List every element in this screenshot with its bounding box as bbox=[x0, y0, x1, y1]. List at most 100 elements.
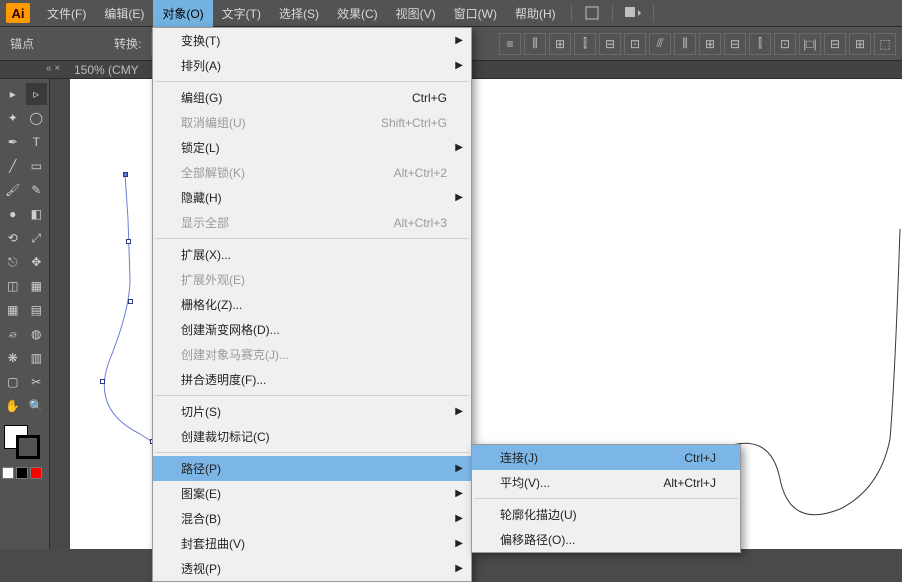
stroke-swatch[interactable] bbox=[16, 435, 40, 459]
type-tool[interactable]: T bbox=[26, 131, 48, 153]
symbol-sprayer-tool[interactable]: ❋ bbox=[2, 347, 24, 369]
perspective-tool[interactable]: ▦ bbox=[26, 275, 48, 297]
blend-tool[interactable]: ◍ bbox=[26, 323, 48, 345]
menu-item[interactable]: 图案(E)▶ bbox=[153, 481, 471, 506]
align-icon[interactable]: ⊞ bbox=[699, 33, 721, 55]
menu-对象[interactable]: 对象(O) bbox=[153, 0, 212, 28]
menu-窗口[interactable]: 窗口(W) bbox=[445, 0, 506, 28]
menu-item[interactable]: 栅格化(Z)... bbox=[153, 292, 471, 317]
menu-item[interactable]: 创建裁切标记(C) bbox=[153, 424, 471, 449]
menu-item-label: 偏移路径(O)... bbox=[500, 531, 575, 548]
menu-item[interactable]: 混合(B)▶ bbox=[153, 506, 471, 531]
color-swatches[interactable] bbox=[2, 425, 47, 473]
anchor-point[interactable] bbox=[123, 172, 128, 177]
menu-item-label: 隐藏(H) bbox=[181, 189, 222, 206]
anchor-point[interactable] bbox=[126, 239, 131, 244]
eyedropper-tool[interactable]: ⌮ bbox=[2, 323, 24, 345]
align-icon[interactable]: ⊟ bbox=[724, 33, 746, 55]
align-icon[interactable]: ⊞ bbox=[549, 33, 571, 55]
align-icon[interactable]: ⊟ bbox=[824, 33, 846, 55]
menu-item[interactable]: 透视(P)▶ bbox=[153, 556, 471, 581]
scale-tool[interactable]: ⤢ bbox=[26, 227, 48, 249]
direct-selection-tool[interactable]: ▹ bbox=[26, 83, 48, 105]
graph-tool[interactable]: ▥ bbox=[26, 347, 48, 369]
menu-效果[interactable]: 效果(C) bbox=[328, 0, 387, 28]
free-transform-tool[interactable]: ✥ bbox=[26, 251, 48, 273]
submenu-item[interactable]: 轮廓化描边(U) bbox=[472, 502, 740, 527]
align-icon[interactable]: ⫿ bbox=[574, 33, 596, 55]
anchor-point[interactable] bbox=[128, 299, 133, 304]
menu-item: 扩展外观(E) bbox=[153, 267, 471, 292]
paintbrush-tool[interactable]: 🖌 bbox=[2, 179, 24, 201]
blob-brush-tool[interactable]: ● bbox=[2, 203, 24, 225]
mesh-tool[interactable]: ▦ bbox=[2, 299, 24, 321]
menu-帮助[interactable]: 帮助(H) bbox=[506, 0, 565, 28]
submenu-arrow-icon: ▶ bbox=[455, 60, 463, 71]
align-icon[interactable]: |□| bbox=[799, 33, 821, 55]
submenu-item[interactable]: 偏移路径(O)... bbox=[472, 527, 740, 552]
tab-close-icon[interactable]: « × bbox=[46, 63, 60, 74]
eraser-tool[interactable]: ◧ bbox=[26, 203, 48, 225]
workspace-switch-icon[interactable] bbox=[623, 3, 643, 23]
align-group: ≡ ⫼ ⊞ ⫿ ⊟ ⊡ ⫻ ⫼ ⊞ ⊟ ⫿ ⊡ |□| ⊟ ⊞ ⬚ bbox=[499, 33, 896, 55]
menu-文件[interactable]: 文件(F) bbox=[38, 0, 95, 28]
transform-icon[interactable]: ⊞ bbox=[849, 33, 871, 55]
menu-item[interactable]: 扩展(X)... bbox=[153, 242, 471, 267]
shape-builder-tool[interactable]: ◫ bbox=[2, 275, 24, 297]
menu-视图[interactable]: 视图(V) bbox=[387, 0, 445, 28]
menu-item[interactable]: 创建渐变网格(D)... bbox=[153, 317, 471, 342]
align-icon[interactable]: ⫼ bbox=[524, 33, 546, 55]
line-tool[interactable]: ╱ bbox=[2, 155, 24, 177]
align-icon[interactable]: ⫻ bbox=[649, 33, 671, 55]
menu-item[interactable]: 封套扭曲(V)▶ bbox=[153, 531, 471, 556]
gradient-tool[interactable]: ▤ bbox=[26, 299, 48, 321]
menu-item[interactable]: 隐藏(H)▶ bbox=[153, 185, 471, 210]
lasso-tool[interactable]: ◯ bbox=[26, 107, 48, 129]
align-icon[interactable]: ⊡ bbox=[774, 33, 796, 55]
pencil-tool[interactable]: ✎ bbox=[26, 179, 48, 201]
menu-文字[interactable]: 文字(T) bbox=[213, 0, 270, 28]
pen-tool[interactable]: ✒ bbox=[2, 131, 24, 153]
menu-item-label: 路径(P) bbox=[181, 460, 221, 477]
width-tool[interactable]: ⎋ bbox=[2, 251, 24, 273]
rotate-tool[interactable]: ⟲ bbox=[2, 227, 24, 249]
menu-item[interactable]: 切片(S)▶ bbox=[153, 399, 471, 424]
menu-item[interactable]: 路径(P) ▶ bbox=[153, 456, 471, 481]
menu-separator bbox=[612, 4, 613, 22]
mini-swatch[interactable] bbox=[16, 467, 28, 479]
menu-item[interactable]: 拼合透明度(F)... bbox=[153, 367, 471, 392]
menu-item-label: 轮廓化描边(U) bbox=[500, 506, 577, 523]
align-icon[interactable]: ⫿ bbox=[749, 33, 771, 55]
arrange-docs-icon[interactable] bbox=[582, 3, 602, 23]
hand-tool[interactable]: ✋ bbox=[2, 395, 24, 417]
menu-item-label: 扩展(X)... bbox=[181, 246, 231, 263]
rectangle-tool[interactable]: ▭ bbox=[26, 155, 48, 177]
artboard-tool[interactable]: ▢ bbox=[2, 371, 24, 393]
menu-item-label: 显示全部 bbox=[181, 214, 229, 231]
magic-wand-tool[interactable]: ✦ bbox=[2, 107, 24, 129]
anchor-point[interactable] bbox=[100, 379, 105, 384]
align-icon[interactable]: ⊡ bbox=[624, 33, 646, 55]
convert-label: 转换: bbox=[114, 35, 141, 52]
slice-tool[interactable]: ✂ bbox=[26, 371, 48, 393]
menu-item: 显示全部Alt+Ctrl+3 bbox=[153, 210, 471, 235]
menu-item[interactable]: 编组(G)Ctrl+G bbox=[153, 85, 471, 110]
align-icon[interactable]: ⊟ bbox=[599, 33, 621, 55]
mini-swatch[interactable] bbox=[30, 467, 42, 479]
menu-编辑[interactable]: 编辑(E) bbox=[95, 0, 153, 28]
align-icon[interactable]: ≡ bbox=[499, 33, 521, 55]
menu-item[interactable]: 变换(T)▶ bbox=[153, 28, 471, 53]
submenu-arrow-icon: ▶ bbox=[455, 463, 463, 474]
menu-item-label: 切片(S) bbox=[181, 403, 221, 420]
menu-item[interactable]: 排列(A)▶ bbox=[153, 53, 471, 78]
menu-item-label: 创建渐变网格(D)... bbox=[181, 321, 280, 338]
menu-item[interactable]: 锁定(L)▶ bbox=[153, 135, 471, 160]
menu-选择[interactable]: 选择(S) bbox=[270, 0, 328, 28]
zoom-tool[interactable]: 🔍 bbox=[26, 395, 48, 417]
isolate-icon[interactable]: ⬚ bbox=[874, 33, 896, 55]
align-icon[interactable]: ⫼ bbox=[674, 33, 696, 55]
mini-swatch[interactable] bbox=[2, 467, 14, 479]
selection-tool[interactable]: ▸ bbox=[2, 83, 24, 105]
submenu-item[interactable]: 连接(J)Ctrl+J bbox=[472, 445, 740, 470]
submenu-item[interactable]: 平均(V)...Alt+Ctrl+J bbox=[472, 470, 740, 495]
